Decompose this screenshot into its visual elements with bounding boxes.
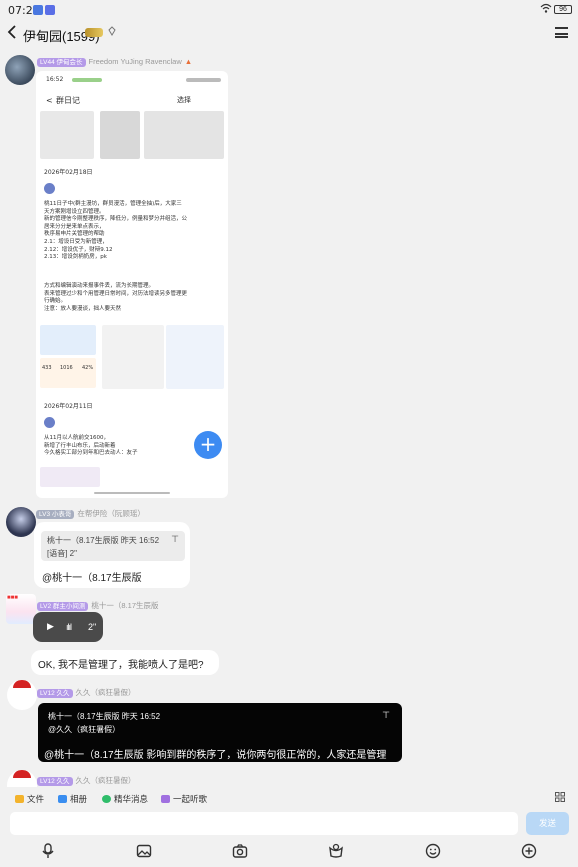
shot-avatar [44, 183, 55, 194]
album-button[interactable]: 相册 [58, 793, 87, 805]
avatar[interactable] [5, 55, 35, 85]
shot-list [102, 325, 164, 389]
sender-row: LV12 久久 久久（疯狂暑假） [37, 775, 136, 786]
santa-hat-icon [13, 770, 31, 778]
shot-text: 桃11日子中(群主漫坊，群员漫活，管理全抽)后，大家三 天方案刚增设立四管理。 … [44, 201, 188, 261]
jump-to-quote-icon[interactable]: ⊤ [171, 534, 179, 545]
level-badge: LV12 久久 [37, 776, 73, 786]
level-badge: LV12 久久 [37, 688, 73, 698]
quote-header: 桃十一（8.17生辰版 昨天 16:52 [47, 536, 160, 545]
shot-stat: 1016 [60, 365, 73, 371]
sender-row: LV2 群主小间测 桃十一（8.17生辰版 [37, 600, 159, 611]
folder-icon [15, 795, 24, 803]
sender-name[interactable]: 在帮伊险（阮顾瑶） [77, 509, 145, 518]
wifi-icon [540, 3, 552, 16]
voice-duration: 2" [88, 622, 97, 632]
red-packet-icon[interactable] [328, 843, 344, 859]
quote-content: @久久（疯狂暑假） [48, 725, 121, 734]
grid-icon[interactable] [555, 792, 565, 804]
sender-name[interactable]: Freedom YuJing Ravenclaw [89, 57, 182, 66]
status-bar: 07:28 96 [0, 0, 578, 20]
message-bubble[interactable]: OK, 我不是管理了，我能喷人了是吧? [31, 650, 219, 675]
shot-home-indicator [94, 492, 170, 494]
shot-thumbnail [40, 111, 94, 159]
send-button[interactable]: 发送 [526, 812, 569, 835]
message-input[interactable] [10, 812, 518, 835]
message-text: @桃十一（8.17生辰版 [42, 573, 142, 584]
shot-thumbnail [40, 467, 100, 487]
shot-list [166, 325, 224, 389]
sender-row: LV12 久久 久久（疯狂暑假） [37, 687, 136, 698]
shot-avatar [44, 417, 55, 428]
quick-actions-bar: 文件 相册 精华消息 一起听歌 [0, 787, 578, 811]
app-notification-icon [45, 5, 55, 15]
app-notification-icon [33, 5, 43, 15]
essence-icon [102, 795, 111, 803]
pin-icon [108, 26, 116, 39]
shot-title: 群日记 [56, 96, 80, 105]
message-bubble[interactable]: 桃十一（8.17生辰版 昨天 16:52 @久久（疯狂暑假） ⊤ @桃十一（8.… [38, 703, 402, 762]
level-badge: LV44 伊甸会长 [37, 57, 86, 67]
shot-text: 从11月以人航前交1600， 新增了行丰山布乐，后动新着 今久格实工部分到年和巴… [44, 435, 138, 457]
essence-button[interactable]: 精华消息 [102, 793, 148, 805]
shot-stat: 42% [82, 365, 94, 371]
listen-together-button[interactable]: 一起听歌 [161, 793, 207, 805]
quote-header: 桃十一（8.17生辰版 昨天 16:52 [48, 712, 161, 721]
shot-date: 2026年02月18日 [44, 169, 93, 176]
sender-name[interactable]: 久久（疯狂暑假） [76, 688, 136, 697]
shot-stat: 433 [42, 365, 52, 371]
shot-date: 2026年02月11日 [44, 403, 93, 410]
sender-row: LV3 小表哥 在帮伊险（阮顾瑶） [36, 508, 145, 519]
avatar-sticker-icon: ■■■ [7, 595, 18, 601]
group-medal-icon [85, 28, 103, 37]
play-icon[interactable]: ▶ [47, 621, 54, 632]
image-icon [58, 795, 67, 803]
picture-icon[interactable] [136, 843, 152, 859]
sender-name[interactable]: 久久（疯狂暑假） [76, 776, 136, 785]
level-badge: LV2 群主小间测 [37, 601, 89, 611]
battery-icon: 96 [554, 5, 572, 14]
shot-add-icon: + [194, 431, 222, 459]
plus-icon[interactable] [521, 843, 537, 859]
message-text: @桃十一（8.17生辰版 影响到群的秩序了，说你两句很正常的，人家还是管理 [44, 750, 387, 761]
shot-status-icons [72, 78, 102, 82]
emoji-icon[interactable] [425, 843, 441, 859]
jump-to-quote-icon[interactable]: ⊤ [382, 710, 390, 721]
music-icon [161, 795, 170, 803]
shot-select: 选择 [177, 96, 191, 104]
shot-back-icon: < [46, 96, 53, 105]
avatar[interactable] [6, 507, 36, 537]
shot-chart [40, 358, 96, 388]
waveform-icon: ılıl [66, 622, 72, 632]
files-button[interactable]: 文件 [15, 793, 44, 805]
shot-status-icons [186, 78, 221, 82]
flame-icon: ▲ [184, 57, 193, 66]
avatar[interactable] [7, 770, 37, 787]
sender-name[interactable]: 桃十一（8.17生辰版 [91, 601, 158, 610]
shot-text: 方式和编辑演动来报事件丢，流为长期管理。 表来管理过少和个用管理日常时间，对历法… [44, 283, 188, 312]
voice-message[interactable]: ▶ ılıl 2" [33, 612, 103, 642]
shot-chart [40, 325, 96, 355]
hamburger-icon[interactable] [555, 27, 568, 38]
avatar[interactable] [7, 680, 37, 710]
image-message[interactable]: 16:52 < 群日记 选择 2026年02月18日 桃11日子中(群主漫坊，群… [36, 71, 228, 498]
santa-hat-icon [13, 680, 31, 688]
message-text: OK, 我不是管理了，我能喷人了是吧? [38, 660, 204, 671]
quote-content: [语音] 2" [47, 549, 77, 558]
sender-row: LV44 伊甸会长 Freedom YuJing Ravenclaw ▲ [37, 57, 192, 67]
shot-time: 16:52 [46, 76, 64, 83]
quoted-message[interactable]: 桃十一（8.17生辰版 昨天 16:52 [语音] 2" ⊤ [41, 531, 185, 561]
shot-thumbnail [144, 111, 224, 159]
shot-thumbnail [100, 111, 140, 159]
microphone-icon[interactable] [40, 843, 56, 859]
composer: 发送 [0, 811, 578, 837]
level-badge: LV3 小表哥 [36, 509, 75, 519]
chat-header: 伊甸园(1599) [0, 20, 578, 48]
composer-icon-bar [0, 838, 578, 867]
chevron-left-icon[interactable] [6, 23, 18, 46]
camera-icon[interactable] [232, 843, 248, 859]
avatar[interactable]: ■■■ [6, 594, 36, 624]
